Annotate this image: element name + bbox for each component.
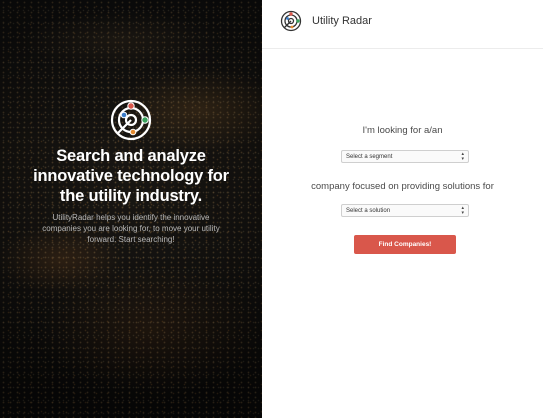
radar-icon [110,99,152,141]
select-arrows-icon: ▴ ▾ [461,150,464,162]
solution-select-value: Select a solution [346,207,391,214]
select-arrows-icon: ▴ ▾ [461,204,464,216]
find-companies-button[interactable]: Find Companies! [354,235,456,254]
segment-label: I'm looking for a/an [362,125,443,136]
hero-content: Search and analyze innovative technology… [0,98,262,245]
brand-name[interactable]: Utility Radar [312,15,372,27]
hero-subtitle: UtilityRadar helps you identify the inno… [42,213,220,244]
segment-select-value: Select a segment [346,153,393,160]
solution-label: company focused on providing solutions f… [311,181,494,192]
solution-select[interactable]: Select a solution ▴ ▾ [341,204,469,217]
segment-select[interactable]: Select a segment ▴ ▾ [341,150,469,163]
search-panel: Utility Radar I'm looking for a/an Selec… [262,0,543,418]
app-frame: Search and analyze innovative technology… [0,0,543,418]
header: Utility Radar [262,0,543,49]
radar-icon[interactable] [280,10,302,32]
hero-title: Search and analyze innovative technology… [33,147,229,205]
hero-panel: Search and analyze innovative technology… [0,0,262,418]
